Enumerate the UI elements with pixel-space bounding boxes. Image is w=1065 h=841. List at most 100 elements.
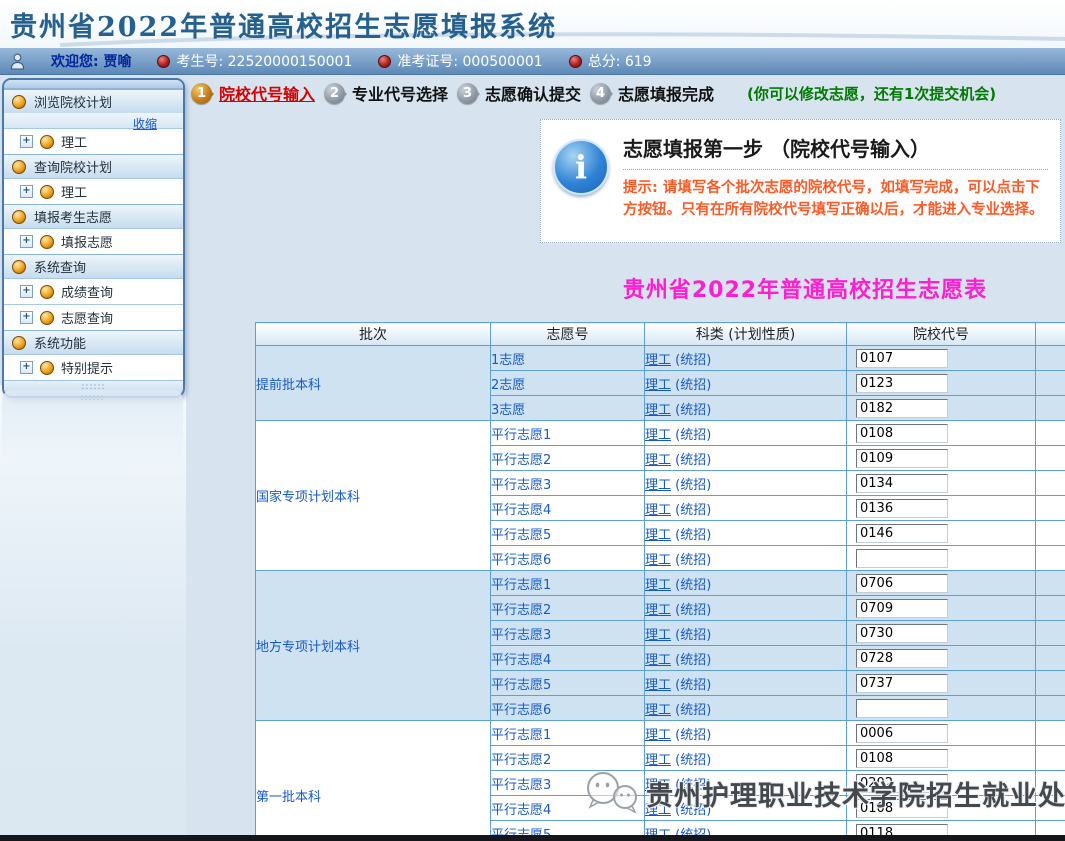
expand-plus-icon[interactable]: + xyxy=(20,235,33,248)
slot-cell: 平行志愿6 xyxy=(490,695,645,721)
expand-plus-icon[interactable]: + xyxy=(20,285,33,298)
category-cell: 理工 (统招) xyxy=(644,745,847,771)
expand-plus-icon[interactable]: + xyxy=(20,361,33,374)
step-indicator: 1 院校代号输入 2 专业代号选择 3 志愿确认提交 4 志愿填报完成 xyxy=(191,80,714,106)
category-link[interactable]: 理工 xyxy=(646,803,672,818)
batch-cell-2: 地方专项计划本科 xyxy=(255,570,491,721)
college-code-input[interactable] xyxy=(856,648,948,668)
slot-cell: 平行志愿6 xyxy=(490,545,645,571)
code-cell xyxy=(846,595,1036,621)
plan-label: (统招) xyxy=(671,627,712,643)
sidebar-item-志愿查询[interactable]: + 志愿查询 xyxy=(4,304,183,330)
sidebar-reflection: :::::: xyxy=(2,390,183,462)
college-code-input[interactable] xyxy=(856,748,948,768)
sidebar-item-特别提示[interactable]: + 特别提示 xyxy=(4,354,183,380)
slot-cell: 平行志愿2 xyxy=(490,745,645,771)
category-cell: 理工 (统招) xyxy=(644,595,847,621)
college-code-input[interactable] xyxy=(856,348,948,368)
category-link[interactable]: 理工 xyxy=(646,353,672,368)
sidebar-section-1[interactable]: 查询院校计划 xyxy=(4,154,183,178)
college-code-input[interactable] xyxy=(856,548,948,568)
category-link[interactable]: 理工 xyxy=(646,678,672,693)
cutoff-cell xyxy=(1035,545,1065,571)
category-link[interactable]: 理工 xyxy=(646,603,672,618)
category-link[interactable]: 理工 xyxy=(646,553,672,568)
college-code-input[interactable] xyxy=(856,573,948,593)
college-code-input[interactable] xyxy=(856,773,948,793)
category-link[interactable]: 理工 xyxy=(646,378,672,393)
bottom-dark-bar xyxy=(0,835,1065,841)
college-code-input[interactable] xyxy=(856,798,948,818)
category-link[interactable]: 理工 xyxy=(646,653,672,668)
info-box-title: 志愿填报第一步 （院校代号输入） xyxy=(623,131,1048,170)
category-link[interactable]: 理工 xyxy=(646,778,672,793)
sidebar-top-tab xyxy=(4,80,183,89)
category-link[interactable]: 理工 xyxy=(646,578,672,593)
category-link[interactable]: 理工 xyxy=(646,528,672,543)
cutoff-cell xyxy=(1035,445,1065,471)
college-code-input[interactable] xyxy=(856,598,948,618)
orange-bullet-icon xyxy=(40,284,54,299)
sidebar-item-成绩查询[interactable]: + 成绩查询 xyxy=(4,278,183,304)
category-link[interactable]: 理工 xyxy=(646,453,672,468)
plan-label: (统招) xyxy=(671,452,712,468)
college-code-input[interactable] xyxy=(856,373,948,393)
sidebar-item-理工[interactable]: + 理工 xyxy=(4,178,183,204)
category-cell: 理工 (统招) xyxy=(644,795,847,821)
category-link[interactable]: 理工 xyxy=(646,728,672,743)
code-cell xyxy=(846,495,1036,521)
college-code-input[interactable] xyxy=(856,398,948,418)
collapse-link[interactable]: 收缩 xyxy=(133,117,157,131)
step-label: 志愿确认提交 xyxy=(485,85,582,104)
slot-cell: 平行志愿5 xyxy=(490,520,645,546)
college-code-input[interactable] xyxy=(856,423,948,443)
expand-plus-icon[interactable]: + xyxy=(20,311,33,324)
volunteer-form-title: 贵州省2022年普通高校招生志愿表 xyxy=(622,278,988,303)
step-number-icon: 2 xyxy=(324,82,348,104)
red-bullet-icon xyxy=(378,54,392,68)
application-window: 贵州省2022年普通高校招生志愿填报系统 欢迎您: 贾喻 考生号: 225200… xyxy=(0,0,1065,841)
expand-plus-icon[interactable]: + xyxy=(20,135,33,148)
college-code-input[interactable] xyxy=(856,498,948,518)
volunteer-table: 批次志愿号科类 (计划性质)院校代号 提前批本科1志愿理工 (统招)2志愿理工 … xyxy=(255,322,1065,841)
plan-label: (统招) xyxy=(671,652,712,668)
step-1[interactable]: 1 院校代号输入 xyxy=(191,81,315,105)
sidebar-section-0[interactable]: 浏览院校计划 xyxy=(4,89,183,113)
orange-bullet-icon xyxy=(12,94,26,109)
college-code-input[interactable] xyxy=(856,698,948,718)
category-link[interactable]: 理工 xyxy=(646,703,672,718)
cutoff-cell xyxy=(1035,395,1065,421)
college-code-input[interactable] xyxy=(856,473,948,493)
cutoff-cell xyxy=(1035,570,1065,596)
plan-label: (统招) xyxy=(671,402,712,418)
welcome-user-label: 欢迎您: 贾喻 xyxy=(51,54,132,70)
college-code-input[interactable] xyxy=(856,673,948,693)
sidebar-section-3[interactable]: 系统查询 xyxy=(4,254,183,278)
sidebar-item-填报志愿[interactable]: + 填报志愿 xyxy=(4,228,183,254)
category-link[interactable]: 理工 xyxy=(646,628,672,643)
plan-label: (统招) xyxy=(671,527,712,543)
category-link[interactable]: 理工 xyxy=(646,478,672,493)
college-code-input[interactable] xyxy=(856,523,948,543)
sidebar-item-理工[interactable]: + 理工 xyxy=(4,128,183,154)
sidebar-item-label: 志愿查询 xyxy=(61,312,114,327)
college-code-input[interactable] xyxy=(856,723,948,743)
category-link[interactable]: 理工 xyxy=(646,753,672,768)
column-header: 志愿号 xyxy=(490,322,645,346)
college-code-input[interactable] xyxy=(856,448,948,468)
step-label[interactable]: 院校代号输入 xyxy=(219,81,315,105)
expand-plus-icon[interactable]: + xyxy=(20,185,33,198)
sidebar-section-4[interactable]: 系统功能 xyxy=(4,330,183,354)
sidebar-section-2[interactable]: 填报考生志愿 xyxy=(4,204,183,228)
info-icon: i xyxy=(553,139,609,195)
category-link[interactable]: 理工 xyxy=(646,403,672,418)
category-cell: 理工 (统招) xyxy=(644,670,847,696)
sidebar-section-label: 填报考生志愿 xyxy=(34,211,113,226)
category-link[interactable]: 理工 xyxy=(646,428,672,443)
column-header: 批次 xyxy=(255,322,491,346)
college-code-input[interactable] xyxy=(856,623,948,643)
plan-label: (统招) xyxy=(671,602,712,618)
category-link[interactable]: 理工 xyxy=(646,503,672,518)
slot-cell: 3志愿 xyxy=(490,395,645,421)
sidebar-section-label: 系统功能 xyxy=(34,337,87,352)
